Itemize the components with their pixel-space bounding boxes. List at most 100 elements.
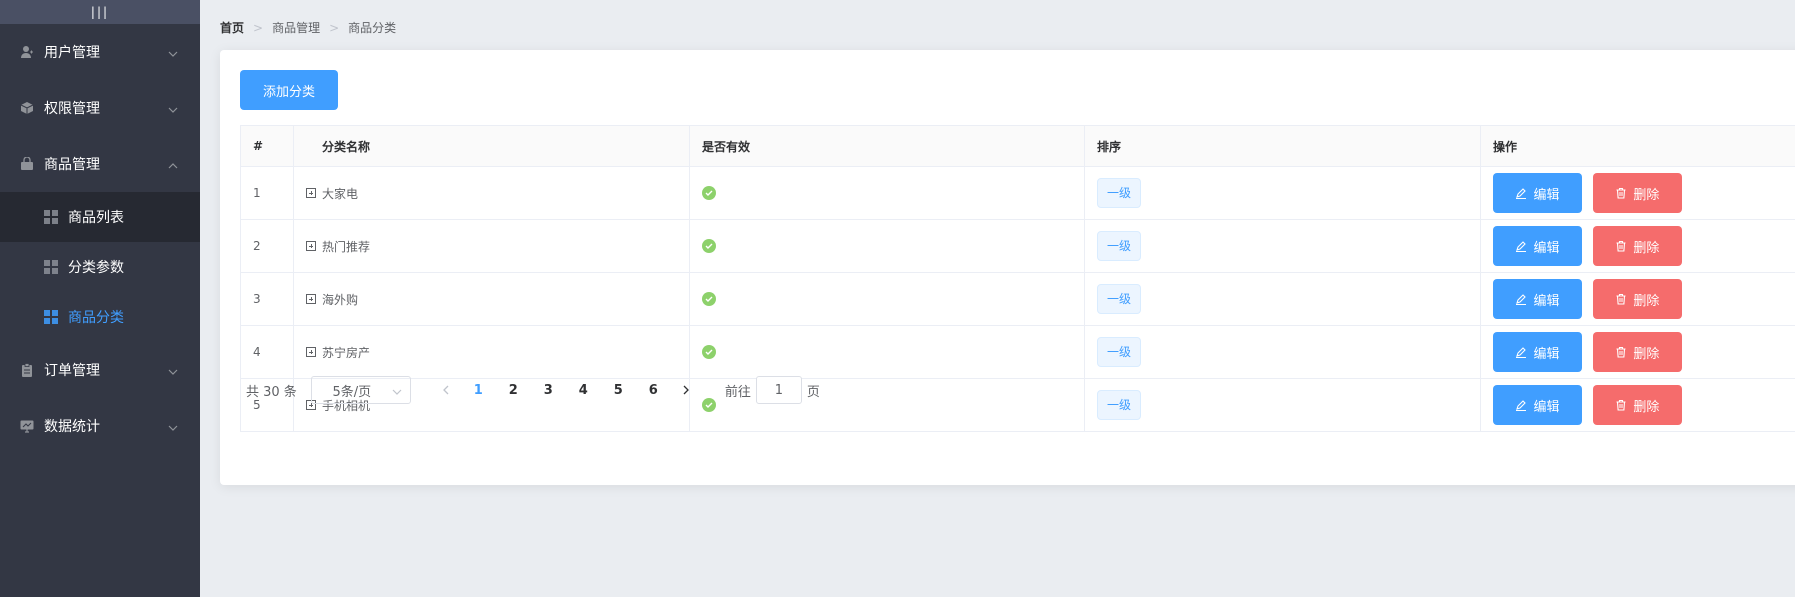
check-circle-icon (702, 239, 716, 253)
menu-permission-management[interactable]: 权限管理 (0, 80, 200, 136)
level-tag: 一级 (1097, 390, 1142, 420)
edit-button[interactable]: 编辑 (1493, 173, 1582, 213)
edit-button[interactable]: 编辑 (1493, 332, 1582, 372)
chevron-left-icon (442, 385, 449, 395)
trash-icon (1615, 399, 1627, 411)
edit-button[interactable]: 编辑 (1493, 279, 1582, 319)
category-name: 海外购 (322, 292, 359, 307)
row-index: 4 (240, 325, 294, 379)
row-actions-cell: 编辑 删除 (1480, 378, 1795, 432)
sidebar-toggle-button[interactable]: ||| (0, 0, 200, 24)
page-size-select[interactable]: 5条/页 (310, 376, 411, 404)
chevron-down-icon (168, 103, 178, 119)
table-row: 2 热门推荐 一级 编辑 删除 (240, 219, 1795, 273)
chevron-right-icon: > (253, 20, 264, 35)
edit-label: 编辑 (1533, 240, 1560, 256)
table-header-row: # 分类名称 是否有效 排序 操作 (240, 125, 1795, 167)
content-card: 添加分类 # 分类名称 是否有效 排序 操作 1 大家电 一级 编辑 删除 2 … (220, 50, 1795, 485)
prev-page-button[interactable] (431, 385, 461, 395)
delete-button[interactable]: 删除 (1592, 332, 1682, 372)
submenu-label: 商品列表 (68, 210, 124, 226)
row-actions-cell: 编辑 删除 (1480, 219, 1795, 273)
row-index: 2 (240, 219, 294, 273)
menu-goods-management[interactable]: 商品管理 (0, 136, 200, 192)
add-category-button[interactable]: 添加分类 (240, 70, 338, 110)
row-valid-cell (689, 166, 1085, 220)
page-number-3[interactable]: 3 (531, 383, 566, 398)
page-number-2[interactable]: 2 (496, 383, 531, 398)
edit-icon (1515, 187, 1527, 199)
submenu-goods-list[interactable]: 商品列表 (0, 192, 200, 242)
page-number-4[interactable]: 4 (566, 383, 601, 398)
category-name: 大家电 (322, 186, 359, 201)
submenu-goods-category[interactable]: 商品分类 (0, 292, 200, 342)
expand-plus-icon[interactable] (306, 294, 316, 304)
edit-label: 编辑 (1533, 187, 1560, 203)
row-name-cell: 苏宁房产 (293, 325, 690, 379)
row-name-cell: 热门推荐 (293, 219, 690, 273)
table-row: 4 苏宁房产 一级 编辑 删除 (240, 325, 1795, 379)
breadcrumb-home[interactable]: 首页 (220, 19, 244, 36)
delete-label: 删除 (1633, 187, 1660, 203)
submenu-label: 分类参数 (68, 260, 124, 276)
delete-button[interactable]: 删除 (1592, 173, 1682, 213)
level-tag: 一级 (1097, 337, 1142, 367)
trash-icon (1615, 293, 1627, 305)
monitor-icon (20, 419, 34, 433)
delete-label: 删除 (1633, 399, 1660, 415)
edit-button[interactable]: 编辑 (1493, 385, 1582, 425)
delete-label: 删除 (1633, 240, 1660, 256)
menu-user-management[interactable]: 用户管理 (0, 24, 200, 80)
bag-icon (20, 157, 34, 171)
chevron-down-icon (168, 47, 178, 63)
chevron-down-icon (392, 386, 402, 401)
delete-label: 删除 (1633, 293, 1660, 309)
goto-page-input[interactable] (755, 376, 802, 404)
edit-icon (1515, 240, 1527, 252)
submenu-category-params[interactable]: 分类参数 (0, 242, 200, 292)
row-name-cell: 大家电 (293, 166, 690, 220)
column-header-name: 分类名称 (293, 125, 690, 167)
delete-button[interactable]: 删除 (1592, 226, 1682, 266)
edit-label: 编辑 (1533, 346, 1560, 362)
row-sort-cell: 一级 (1084, 166, 1481, 220)
main-content: 首页 > 商品管理 > 商品分类 添加分类 # 分类名称 是否有效 排序 操作 … (200, 0, 1795, 597)
edit-label: 编辑 (1533, 399, 1560, 415)
user-icon (20, 45, 34, 59)
row-name-cell: 海外购 (293, 272, 690, 326)
edit-icon (1515, 346, 1527, 358)
submenu-label: 商品分类 (68, 310, 124, 326)
next-page-button[interactable] (671, 385, 701, 395)
column-header-valid: 是否有效 (689, 125, 1085, 167)
box-icon (20, 101, 34, 115)
goto-suffix: 页 (806, 384, 820, 400)
column-header-index: # (240, 125, 294, 167)
chevron-up-icon (168, 159, 178, 175)
expand-plus-icon[interactable] (306, 347, 316, 357)
page-number-1[interactable]: 1 (461, 383, 496, 398)
page-number-6[interactable]: 6 (636, 383, 671, 398)
menu-label: 订单管理 (44, 363, 100, 379)
row-index: 3 (240, 272, 294, 326)
row-index: 1 (240, 166, 294, 220)
delete-button[interactable]: 删除 (1592, 385, 1682, 425)
expand-plus-icon[interactable] (306, 188, 316, 198)
grid-icon (44, 310, 58, 324)
delete-button[interactable]: 删除 (1592, 279, 1682, 319)
page-number-5[interactable]: 5 (601, 383, 636, 398)
breadcrumb-item: 商品分类 (348, 21, 397, 35)
expand-plus-icon[interactable] (306, 241, 316, 251)
menu-label: 权限管理 (44, 101, 100, 117)
column-header-sort: 排序 (1084, 125, 1481, 167)
clipboard-icon (20, 363, 34, 377)
row-sort-cell: 一级 (1084, 325, 1481, 379)
edit-button[interactable]: 编辑 (1493, 226, 1582, 266)
pagination-total: 共 30 条 (246, 384, 297, 400)
edit-label: 编辑 (1533, 293, 1560, 309)
row-actions-cell: 编辑 删除 (1480, 166, 1795, 220)
grid-icon (44, 260, 58, 274)
category-name: 热门推荐 (322, 239, 371, 254)
menu-data-statistics[interactable]: 数据统计 (0, 398, 200, 454)
menu-order-management[interactable]: 订单管理 (0, 342, 200, 398)
row-actions-cell: 编辑 删除 (1480, 272, 1795, 326)
